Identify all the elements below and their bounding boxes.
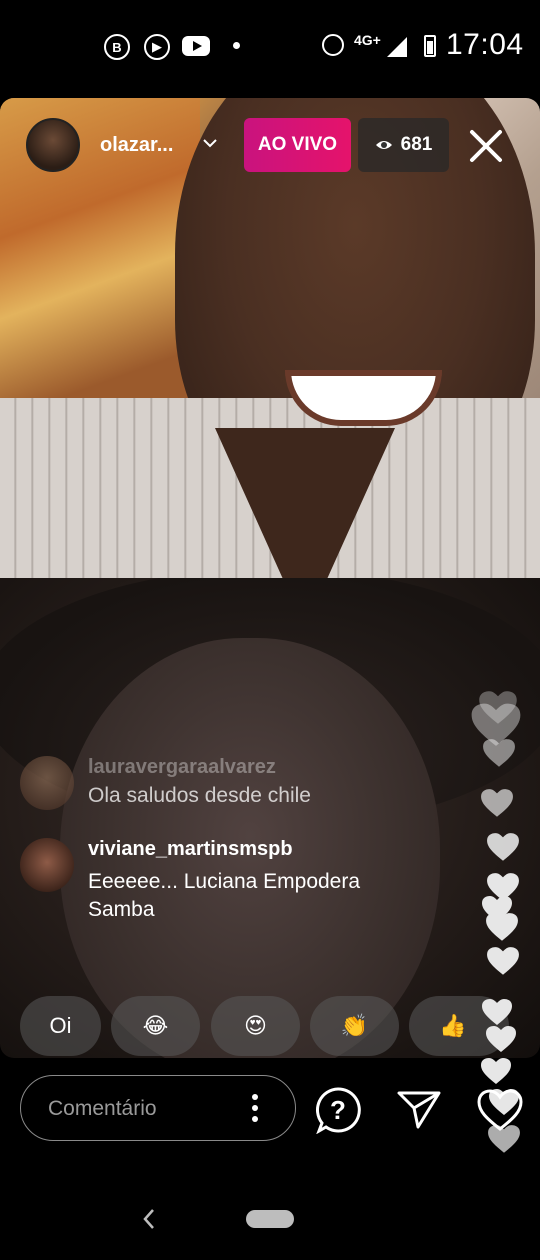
quick-reaction-laugh[interactable]: 😂: [111, 996, 200, 1056]
floating-heart-icon: [486, 913, 518, 941]
status-bar: B ▶ 4G+ 17:04: [0, 0, 540, 96]
floating-heart-icon: [483, 739, 515, 767]
comment-placeholder: Comentário: [48, 1097, 157, 1120]
clock: 17:04: [446, 28, 524, 61]
floating-heart-icon: [487, 947, 519, 975]
battery-icon: [424, 35, 436, 57]
quick-reaction-clap[interactable]: 👏: [310, 996, 399, 1056]
floating-heart-icon: [487, 833, 519, 861]
floating-heart-icon: [481, 789, 513, 817]
comment-avatar[interactable]: [20, 756, 74, 810]
question-icon[interactable]: ?: [314, 1086, 362, 1134]
live-badge: AO VIVO: [244, 118, 351, 172]
more-options-icon[interactable]: [250, 1092, 260, 1124]
back-icon[interactable]: [142, 1208, 156, 1230]
send-icon[interactable]: [396, 1088, 442, 1130]
chevron-down-icon[interactable]: [203, 136, 217, 150]
viewer-count: 681: [400, 134, 433, 155]
close-icon[interactable]: [464, 124, 508, 168]
floating-heart-icon: [481, 1058, 511, 1084]
quick-reaction-heart-eyes[interactable]: 😍: [211, 996, 300, 1056]
quick-reply-oi[interactable]: Oi: [20, 996, 101, 1056]
youtube-icon: [182, 36, 210, 56]
floating-heart-icon: [486, 1026, 516, 1052]
comment-text: Eeeeee... Luciana Empodera Samba: [88, 870, 361, 921]
alarm-icon: [322, 34, 344, 56]
home-pill[interactable]: [246, 1210, 294, 1228]
whatsapp-business-icon: B: [104, 34, 130, 60]
svg-text:?: ?: [330, 1095, 346, 1125]
comment-username[interactable]: viviane_martinsmspb: [88, 838, 293, 861]
host-username[interactable]: olazar...: [100, 134, 173, 157]
signal-icon: [387, 37, 407, 57]
comment-username[interactable]: lauravergaraalvarez: [88, 756, 276, 779]
eye-icon: [375, 141, 392, 149]
network-type: 4G+: [354, 32, 381, 48]
floating-heart-icon: [482, 999, 512, 1025]
play-icon: ▶: [144, 34, 170, 60]
viewer-count-badge[interactable]: 681: [358, 118, 449, 172]
guest-video: [0, 578, 540, 1058]
dot-icon: [233, 42, 240, 49]
host-avatar[interactable]: [26, 118, 80, 172]
comment-text: Ola saludos desde chile: [88, 784, 311, 807]
heart-icon[interactable]: [476, 1088, 524, 1132]
comment-avatar[interactable]: [20, 838, 74, 892]
